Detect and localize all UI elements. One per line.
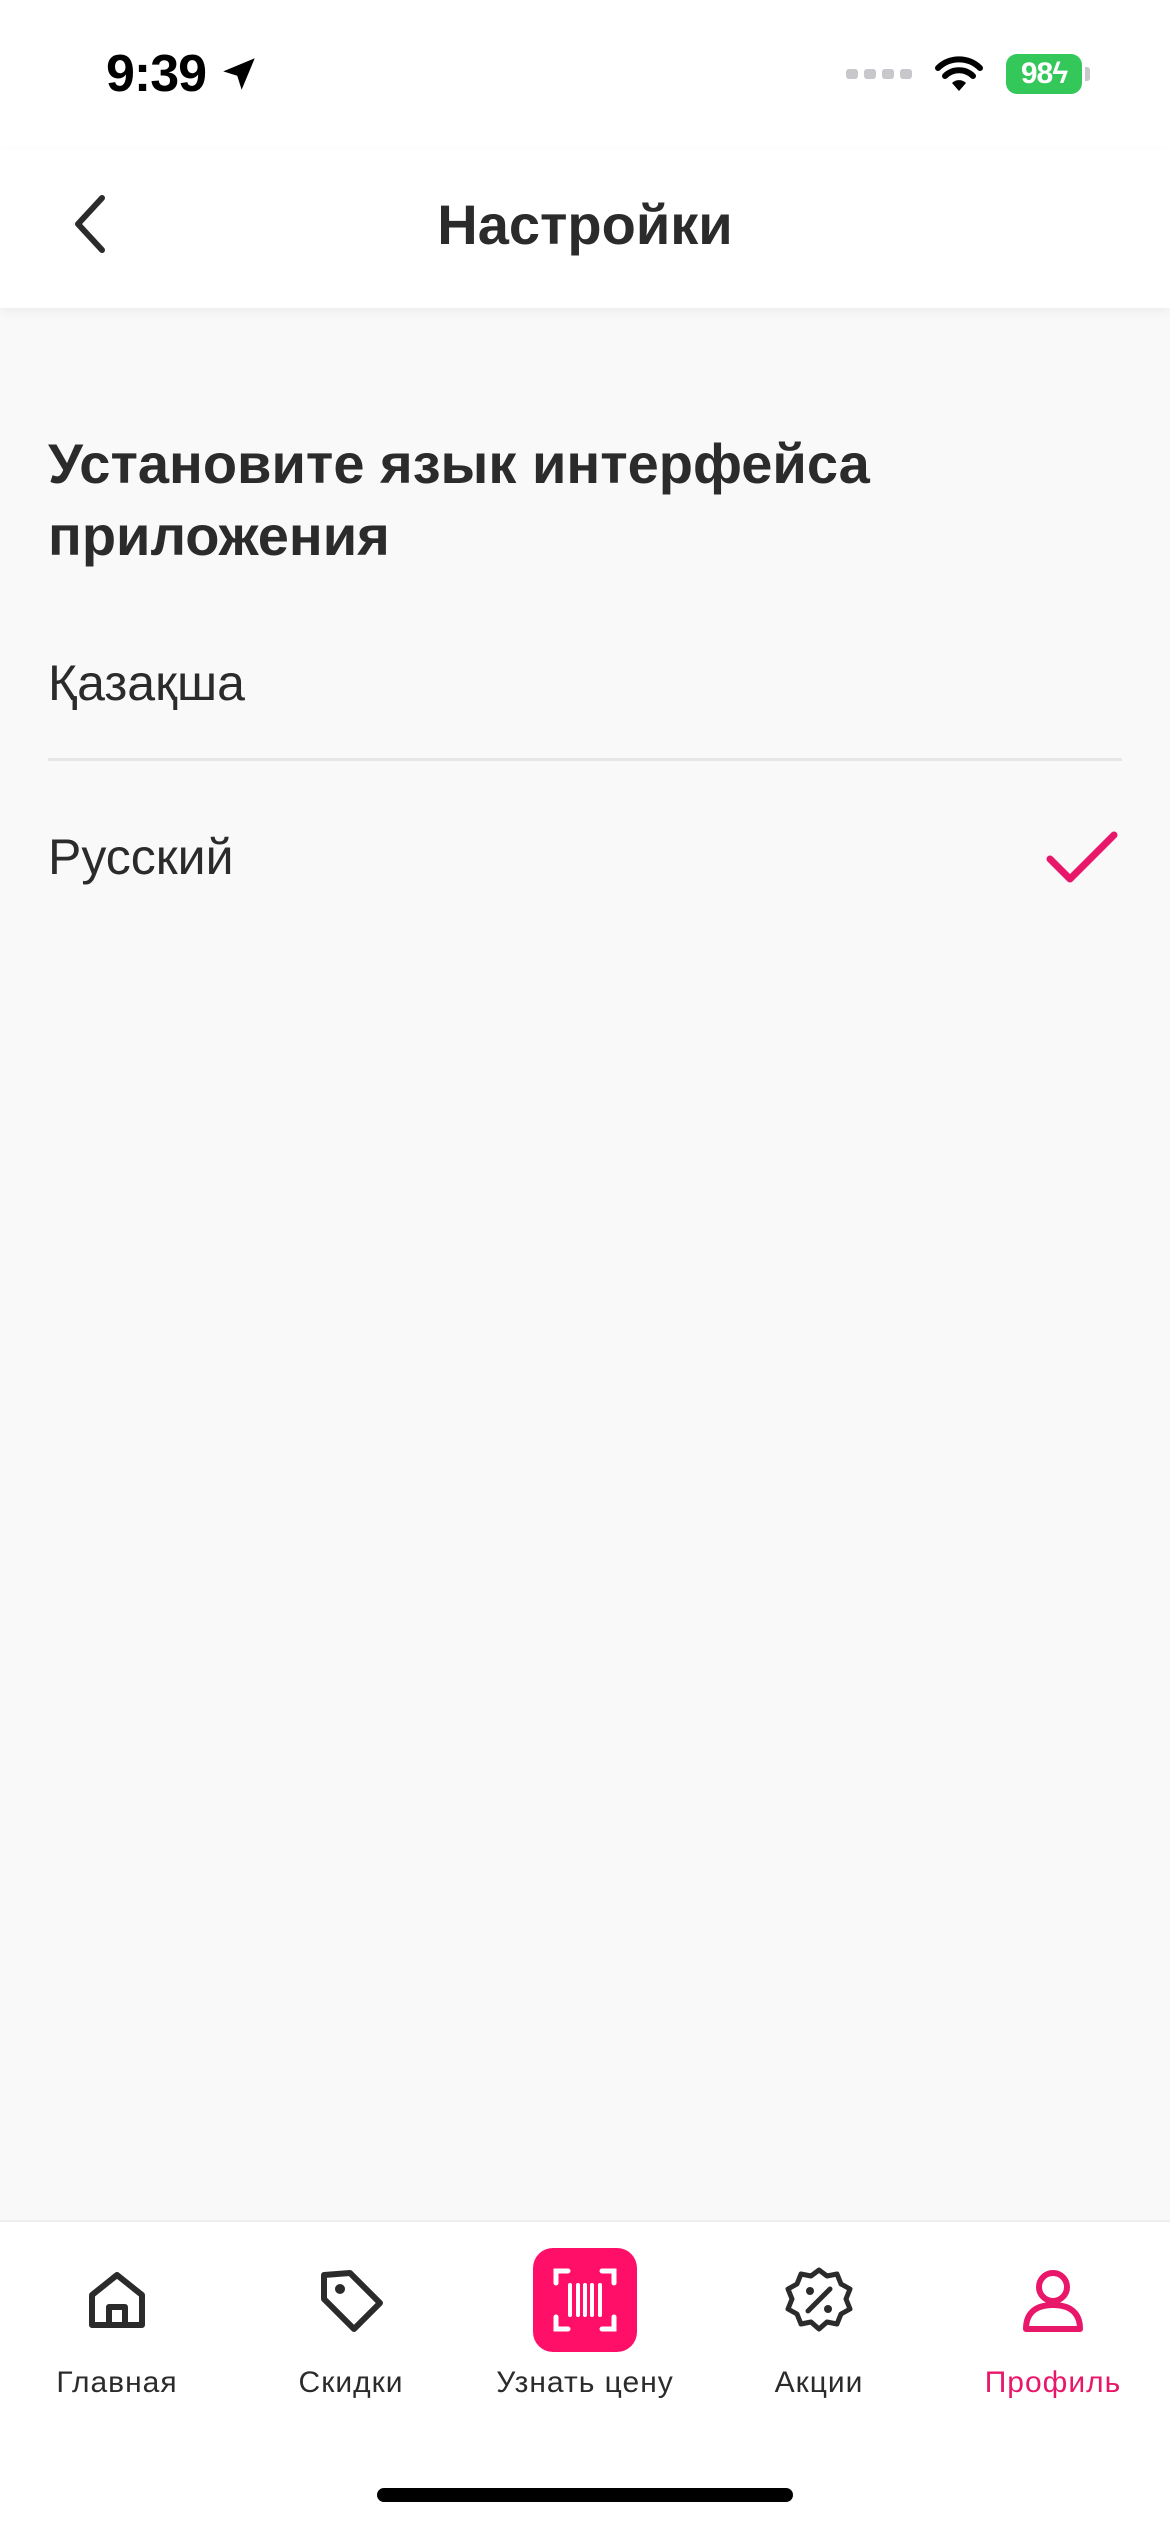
section-heading: Установите язык интерфейса приложения xyxy=(48,432,870,567)
page-title: Настройки xyxy=(437,193,733,256)
tab-label: Узнать цену xyxy=(496,2366,674,2399)
tab-label: Скидки xyxy=(298,2366,404,2399)
tab-label: Профиль xyxy=(984,2366,1122,2399)
tab-profile[interactable]: Профиль xyxy=(936,2248,1170,2400)
tab-label: Главная xyxy=(56,2366,178,2399)
language-option-label: Қазақша xyxy=(48,655,245,711)
status-time: 9:39 xyxy=(106,44,260,104)
language-option-kazakh[interactable]: Қазақша xyxy=(48,608,1122,758)
language-list: Қазақша Русский xyxy=(48,608,1122,953)
location-arrow-icon xyxy=(223,58,255,90)
home-icon xyxy=(89,2272,145,2328)
tab-discounts[interactable]: Скидки xyxy=(234,2248,468,2400)
home-indicator xyxy=(377,2488,793,2502)
status-indicators: 98 ϟ xyxy=(846,54,1090,94)
wifi-icon xyxy=(935,56,983,91)
profile-icon xyxy=(1023,2270,1083,2332)
barcode-scan-icon xyxy=(553,2268,617,2332)
tag-icon xyxy=(321,2270,383,2332)
nav-header: Настройки xyxy=(0,150,1170,308)
language-option-russian[interactable]: Русский xyxy=(48,761,1122,953)
checkmark-icon xyxy=(1046,831,1118,883)
battery-level: 98 ϟ xyxy=(1006,54,1082,94)
cellular-signal-icon xyxy=(846,69,912,79)
tab-label: Акции xyxy=(774,2366,864,2399)
tab-promotions[interactable]: Акции xyxy=(702,2248,936,2400)
status-bar: 9:39 98 ϟ xyxy=(0,0,1170,150)
scan-button[interactable] xyxy=(533,2248,637,2352)
language-settings: Установите язык интерфейса приложения Қа… xyxy=(48,308,1122,953)
tab-check-price[interactable]: Узнать цену xyxy=(468,2248,702,2400)
language-option-label: Русский xyxy=(48,829,234,885)
battery-icon: 98 ϟ xyxy=(1006,54,1090,94)
tab-bar: Главная Скидки Узнать цену Акции Профиль xyxy=(0,2220,1170,2532)
status-time-text: 9:39 xyxy=(106,45,207,103)
percent-badge-icon xyxy=(785,2267,853,2332)
tab-home[interactable]: Главная xyxy=(0,2248,234,2400)
